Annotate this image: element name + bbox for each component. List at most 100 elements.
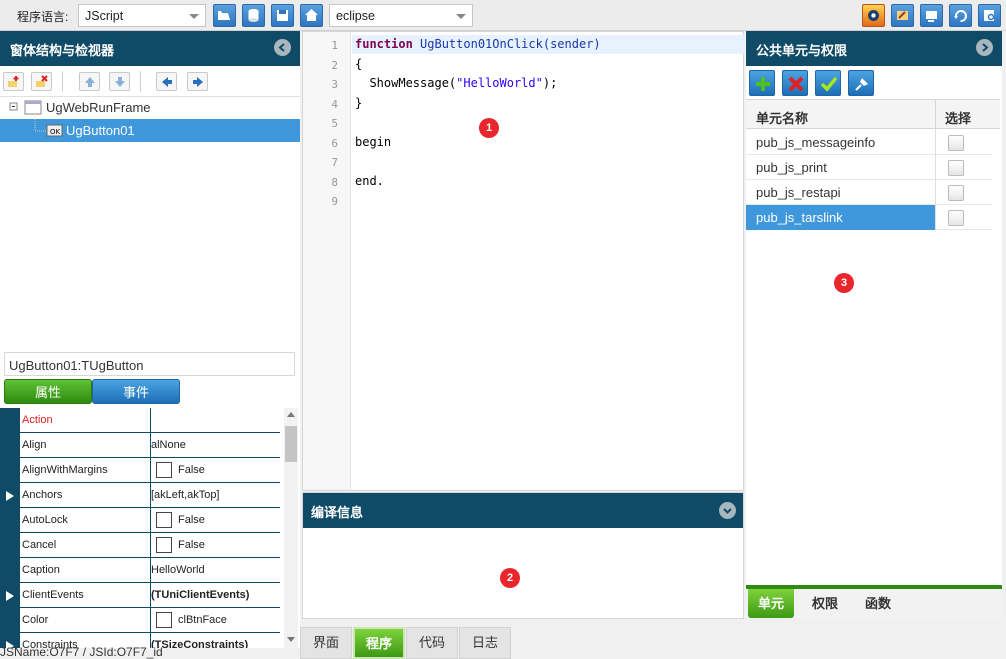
property-checkbox[interactable] <box>156 537 172 553</box>
property-row[interactable]: ClientEvents (TUniClientEvents) <box>20 583 280 608</box>
column-divider <box>150 533 151 558</box>
right-tab-bar: 单元 权限 函数 <box>746 585 1002 618</box>
property-value: False <box>178 464 205 476</box>
column-header-select[interactable]: 选择 <box>945 108 971 127</box>
tab-permissions[interactable]: 权限 <box>802 589 848 618</box>
tab-program[interactable]: 程序 <box>353 627 405 659</box>
confirm-unit-button[interactable] <box>815 70 841 96</box>
settings-icon <box>868 10 879 21</box>
unit-checkbox[interactable] <box>948 210 964 226</box>
code-line: begin <box>355 135 392 149</box>
collapse-right-button[interactable] <box>976 39 993 56</box>
unit-name: pub_js_restapi <box>756 185 841 200</box>
code-line: end. <box>355 174 384 188</box>
property-value: (TSizeConstraints) <box>151 639 249 648</box>
tree-node-root[interactable]: UgWebRunFrame <box>0 96 300 119</box>
move-left-button[interactable] <box>156 72 177 91</box>
move-right-button[interactable] <box>187 72 208 91</box>
tab-events[interactable]: 事件 <box>92 379 180 404</box>
property-grid-gutter <box>0 408 20 648</box>
property-row[interactable]: Action <box>20 408 280 433</box>
language-label: 程序语言: <box>17 10 69 24</box>
line-number: 1 <box>331 39 338 52</box>
move-up-button[interactable] <box>79 72 100 91</box>
edit-icon <box>897 11 908 20</box>
structure-panel-header: 窗体结构与检视器 <box>0 31 300 66</box>
column-divider <box>935 180 936 205</box>
units-panel-header: 公共单元与权限 <box>746 31 1002 66</box>
property-row[interactable]: Color clBtnFace <box>20 608 280 633</box>
save-icon <box>277 10 288 21</box>
move-down-button[interactable] <box>109 72 130 91</box>
expand-arrow-icon[interactable] <box>6 591 14 601</box>
structure-inspector-panel: 窗体结构与检视器 UgWebRunFrame OK UgButton01 UgB… <box>0 31 300 648</box>
settings-button[interactable] <box>862 4 885 27</box>
property-grid-scrollbar[interactable] <box>284 408 298 648</box>
line-number-gutter: 1 2 3 4 5 6 7 8 9 <box>303 32 351 490</box>
language-select[interactable]: JScript <box>78 4 206 27</box>
property-row[interactable]: Anchors [akLeft,akTop] <box>20 483 280 508</box>
database-button[interactable] <box>242 4 265 27</box>
unit-checkbox[interactable] <box>948 160 964 176</box>
table-row[interactable]: pub_js_print <box>746 155 992 180</box>
table-row[interactable]: pub_js_restapi <box>746 180 992 205</box>
tab-units[interactable]: 单元 <box>748 589 794 618</box>
units-panel-title: 公共单元与权限 <box>756 43 848 58</box>
tab-code[interactable]: 代码 <box>406 627 458 659</box>
property-row[interactable]: Caption HelloWorld <box>20 558 280 583</box>
add-unit-button[interactable] <box>749 70 775 96</box>
pin-unit-button[interactable] <box>848 70 874 96</box>
code-line: ShowMessage("HelloWorld"); <box>355 76 558 90</box>
tab-properties[interactable]: 属性 <box>4 379 92 404</box>
open-button[interactable] <box>213 4 236 27</box>
unit-checkbox[interactable] <box>948 185 964 201</box>
property-value: clBtnFace <box>178 614 227 626</box>
expand-arrow-icon[interactable] <box>6 491 14 501</box>
edit-button[interactable] <box>891 4 914 27</box>
save-button[interactable] <box>271 4 294 27</box>
table-row[interactable]: pub_js_messageinfo <box>746 130 992 155</box>
remove-unit-button[interactable] <box>782 70 808 96</box>
compile-panel-header: 编译信息 <box>303 493 743 528</box>
column-divider <box>935 100 936 130</box>
form-node-icon <box>9 100 42 115</box>
tree-node-button[interactable]: OK UgButton01 <box>0 119 300 142</box>
status-text: JSName:O7F7 / JSId:O7F7_id <box>0 645 163 659</box>
home-button[interactable] <box>300 4 323 27</box>
delete-node-button[interactable] <box>31 72 52 91</box>
structure-panel-title: 窗体结构与检视器 <box>10 43 115 58</box>
scroll-down-icon[interactable] <box>287 637 295 642</box>
refresh-button[interactable] <box>949 4 972 27</box>
marker-badge: 2 <box>500 568 520 588</box>
unit-checkbox[interactable] <box>948 135 964 151</box>
property-row[interactable]: AutoLock False <box>20 508 280 533</box>
tab-design[interactable]: 界面 <box>300 627 352 659</box>
scrollbar-thumb[interactable] <box>285 426 297 462</box>
code-editor[interactable]: 1 2 3 4 5 6 7 8 9 function UgButton01OnC… <box>302 31 744 491</box>
property-checkbox[interactable] <box>156 512 172 528</box>
property-row[interactable]: AlignWithMargins False <box>20 458 280 483</box>
add-node-icon <box>8 76 19 87</box>
scroll-up-icon[interactable] <box>287 412 295 417</box>
property-checkbox[interactable] <box>156 612 172 628</box>
property-value: (TUniClientEvents) <box>151 589 250 601</box>
preview-button[interactable] <box>978 4 1001 27</box>
window-button[interactable] <box>920 4 943 27</box>
tab-log[interactable]: 日志 <box>459 627 511 659</box>
code-line: } <box>355 96 363 110</box>
tab-functions[interactable]: 函数 <box>855 589 901 618</box>
theme-select[interactable]: eclipse <box>329 4 473 27</box>
column-divider <box>150 408 151 433</box>
column-header-unit-name[interactable]: 单元名称 <box>756 108 808 127</box>
line-number: 7 <box>331 156 338 169</box>
property-row[interactable]: Align alNone <box>20 433 280 458</box>
table-row[interactable]: pub_js_tarslink <box>746 205 992 230</box>
code-keyword: function <box>355 37 413 51</box>
property-row[interactable]: Cancel False <box>20 533 280 558</box>
property-checkbox[interactable] <box>156 462 172 478</box>
collapse-left-button[interactable] <box>274 39 291 56</box>
column-divider <box>150 508 151 533</box>
collapse-compile-button[interactable] <box>719 502 736 519</box>
add-node-button[interactable] <box>3 72 24 91</box>
window-icon <box>926 11 937 22</box>
